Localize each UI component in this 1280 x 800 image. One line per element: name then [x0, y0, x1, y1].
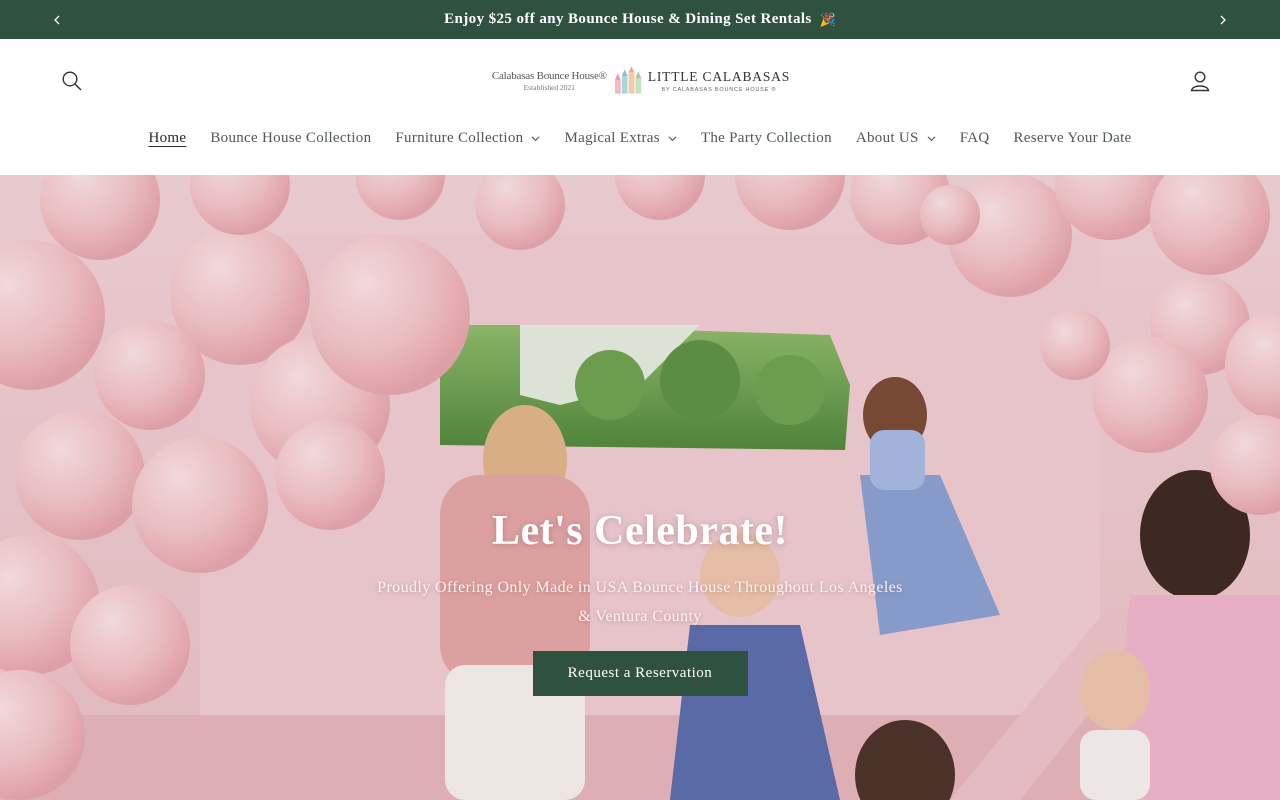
nav-item-reserve-your-date[interactable]: Reserve Your Date [1014, 130, 1132, 147]
logo-left-block: Calabasas Bounce House® Established 2021 [490, 70, 609, 92]
main-nav: Home Bounce House Collection Furniture C… [0, 125, 1280, 151]
chevron-down-icon [531, 135, 540, 141]
site-header: Calabasas Bounce House® Established 2021… [0, 39, 1280, 175]
account-button[interactable] [1186, 67, 1214, 95]
castle-logo-icon [614, 66, 641, 94]
chevron-down-icon [668, 135, 677, 141]
nav-item-home[interactable]: Home [148, 130, 186, 147]
site-logo[interactable]: Calabasas Bounce House® Established 2021… [490, 61, 790, 101]
announcement-text: Enjoy $25 off any Bounce House & Dining … [444, 11, 812, 27]
hero-title: Let's Celebrate! [491, 508, 789, 554]
nav-item-faq[interactable]: FAQ [960, 130, 990, 147]
nav-item-about-us[interactable]: About US [856, 130, 936, 147]
logo-right-title: LITTLE CALABASAS [647, 69, 790, 84]
nav-item-party-collection[interactable]: The Party Collection [701, 130, 832, 147]
hero-subtitle: Proudly Offering Only Made in USA Bounce… [377, 579, 903, 625]
party-icon: 🎉 [819, 11, 836, 27]
nav-item-bounce-house-collection[interactable]: Bounce House Collection [210, 130, 371, 147]
chevron-right-icon [1220, 15, 1226, 24]
nav-item-label: Furniture Collection [395, 129, 524, 146]
request-reservation-button[interactable]: Request a Reservation [532, 651, 748, 696]
announcement-next-button[interactable] [1208, 0, 1238, 39]
announcement-prev-button[interactable] [42, 0, 72, 39]
logo-left-title: Calabasas Bounce House® [491, 70, 607, 82]
nav-item-label: Reserve Your Date [1013, 129, 1132, 146]
nav-item-magical-extras[interactable]: Magical Extras [564, 129, 677, 147]
account-icon [1190, 71, 1210, 92]
nav-item-label: Magical Extras [564, 129, 660, 146]
nav-item-furniture-collection[interactable]: Furniture Collection [395, 130, 540, 147]
logo-left-subtitle: Established 2021 [523, 83, 576, 92]
hero-banner: Let's Celebrate! Proudly Offering Only M… [0, 175, 1280, 800]
chevron-left-icon [54, 15, 60, 24]
nav-item-label: The Party Collection [700, 129, 832, 146]
nav-item-label: Home [148, 129, 187, 146]
hero-overlay [0, 175, 1280, 800]
search-button[interactable] [58, 67, 86, 95]
hero-content: Let's Celebrate! Proudly Offering Only M… [340, 507, 940, 696]
logo-right-subtitle: BY CALABASAS BOUNCE HOUSE ® [661, 87, 777, 93]
announcement-bar: Enjoy $25 off any Bounce House & Dining … [0, 0, 1280, 39]
nav-item-label: FAQ [959, 129, 990, 146]
nav-item-label: Bounce House Collection [210, 129, 372, 146]
nav-item-label: About US [855, 129, 919, 146]
chevron-down-icon [927, 135, 936, 141]
logo-right-block: LITTLE CALABASAS BY CALABASAS BOUNCE HOU… [648, 69, 790, 93]
search-icon [62, 71, 82, 91]
